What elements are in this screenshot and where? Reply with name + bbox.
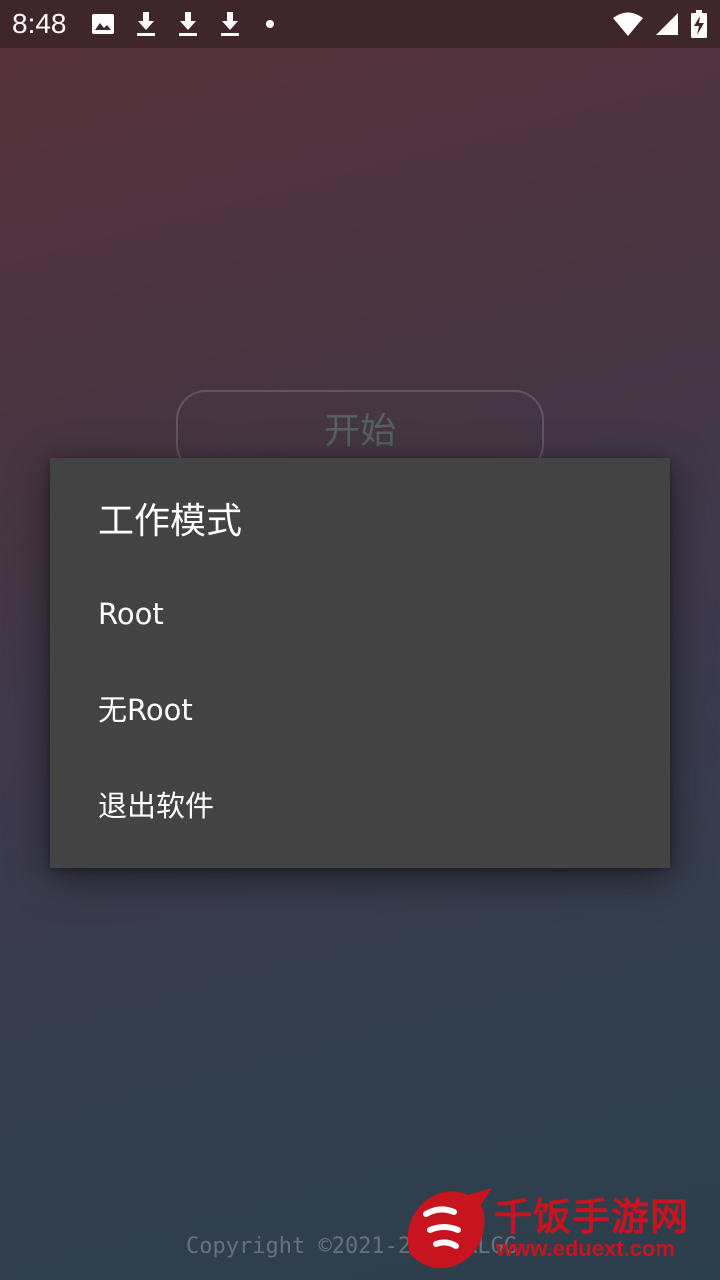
work-mode-dialog: 工作模式 Root 无Root 退出软件	[50, 458, 670, 868]
download-icon	[137, 12, 155, 36]
option-no-root[interactable]: 无Root	[50, 662, 670, 758]
watermark-logo-icon	[407, 1188, 492, 1269]
watermark: 千饭手游网 www.eduext.com	[396, 1184, 706, 1274]
download-icon	[179, 12, 197, 36]
notification-icons	[90, 10, 280, 38]
dialog-title: 工作模式	[98, 501, 243, 542]
watermark-title: 千饭手游网	[494, 1195, 690, 1239]
image-icon	[92, 14, 114, 34]
option-exit-app[interactable]: 退出软件	[50, 758, 670, 854]
dot-icon	[266, 20, 274, 28]
download-icon	[221, 12, 239, 36]
status-time: 8:48	[12, 8, 67, 39]
wifi-icon	[613, 12, 643, 36]
option-root[interactable]: Root	[50, 566, 670, 662]
system-icons	[612, 10, 708, 38]
battery-charging-icon	[691, 10, 707, 38]
signal-icon	[656, 13, 678, 35]
watermark-url: www.eduext.com	[496, 1236, 675, 1261]
status-bar: 8:48	[0, 0, 720, 48]
